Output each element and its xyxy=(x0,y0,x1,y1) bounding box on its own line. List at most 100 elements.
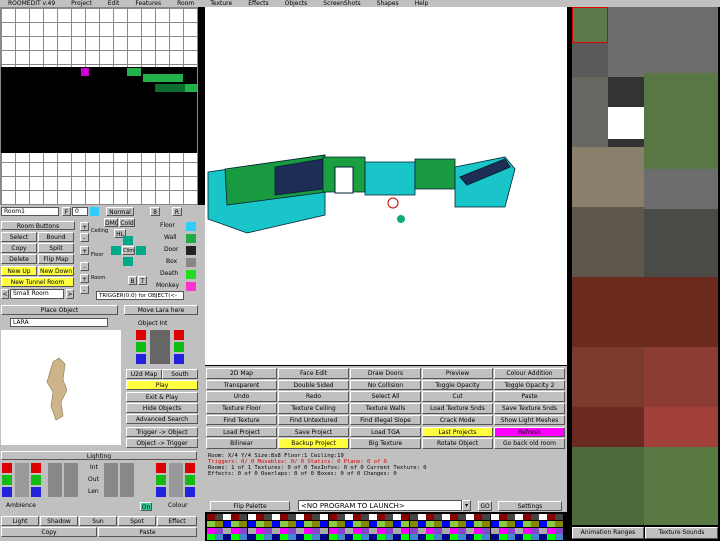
palette-swatch[interactable] xyxy=(417,534,426,541)
palette-swatch[interactable] xyxy=(215,514,224,520)
palette-swatch[interactable] xyxy=(466,514,475,520)
palette-swatch[interactable] xyxy=(393,514,402,520)
palette-swatch[interactable] xyxy=(328,527,337,534)
palette-swatch[interactable] xyxy=(279,514,288,520)
new-up-button[interactable]: New Up xyxy=(1,266,37,276)
palette-swatch[interactable] xyxy=(328,520,337,527)
tool-button-colour-addition[interactable]: Colour Addition xyxy=(494,368,565,379)
palette-swatch[interactable] xyxy=(328,534,337,541)
texture-rock[interactable] xyxy=(572,77,608,147)
tool-button-redo[interactable]: Redo xyxy=(278,391,349,403)
palette-swatch[interactable] xyxy=(247,514,256,520)
new-down-button[interactable]: New Down xyxy=(38,266,74,276)
palette-swatch[interactable] xyxy=(320,514,329,520)
palette-swatch[interactable] xyxy=(522,520,531,527)
palette-swatch[interactable] xyxy=(288,520,296,527)
tool-button-load-project[interactable]: Load Project xyxy=(206,426,277,438)
palette-swatch[interactable] xyxy=(271,534,280,541)
palette-swatch[interactable] xyxy=(441,534,450,541)
col-blue-2[interactable] xyxy=(185,487,195,497)
palette-swatch[interactable] xyxy=(401,527,410,534)
palette-swatch[interactable] xyxy=(271,527,280,534)
palette-swatch[interactable] xyxy=(498,534,507,541)
sun-button[interactable]: Sun xyxy=(79,516,117,526)
texture-wood-door[interactable] xyxy=(572,207,644,277)
palette-swatch[interactable] xyxy=(539,514,548,520)
col-green[interactable] xyxy=(156,475,166,485)
palette-swatch[interactable] xyxy=(458,534,467,541)
play-button[interactable]: Play xyxy=(126,380,198,390)
palette-swatch[interactable] xyxy=(474,514,483,520)
light-control-d[interactable] xyxy=(120,463,134,497)
menu-shapes[interactable]: Shapes xyxy=(369,0,407,7)
object-select-field[interactable]: LARA xyxy=(10,318,108,327)
palette-swatch[interactable] xyxy=(401,534,410,541)
tool-button-find-texture[interactable]: Find Texture xyxy=(206,414,277,426)
tool-button-select-all[interactable]: Select All xyxy=(350,391,421,403)
amb-green-2[interactable] xyxy=(31,475,41,485)
room-name-field[interactable]: Room1 xyxy=(1,207,59,216)
prev-room-button[interactable]: < xyxy=(1,289,9,299)
palette-swatch[interactable] xyxy=(385,527,394,534)
palette-swatch[interactable] xyxy=(555,534,564,541)
tool-button-bilinear[interactable]: Bilinear xyxy=(206,438,277,449)
climb-west[interactable] xyxy=(111,246,121,255)
texture-panel[interactable] xyxy=(572,7,718,525)
palette-swatch[interactable] xyxy=(466,527,475,534)
tool-button-draw-doors[interactable]: Draw Doors xyxy=(350,368,421,379)
palette-swatch[interactable] xyxy=(425,520,434,527)
texture-tile-pattern[interactable] xyxy=(572,347,644,407)
palette-swatch[interactable] xyxy=(271,520,280,527)
palette-swatch[interactable] xyxy=(255,514,264,520)
palette-swatch[interactable] xyxy=(433,514,442,520)
palette-swatch[interactable] xyxy=(474,527,483,534)
palette-swatch[interactable] xyxy=(482,520,491,527)
obj-red-2[interactable] xyxy=(174,330,184,340)
palette-swatch[interactable] xyxy=(288,527,296,534)
palette-swatch[interactable] xyxy=(514,514,523,520)
palette-swatch[interactable] xyxy=(344,527,353,534)
col-blue[interactable] xyxy=(156,487,166,497)
palette-swatch[interactable] xyxy=(239,520,248,527)
palette-swatch[interactable] xyxy=(360,534,369,541)
palette-swatch[interactable] xyxy=(296,534,305,541)
palette-swatch[interactable] xyxy=(304,514,313,520)
palette-swatch[interactable] xyxy=(522,534,531,541)
palette-swatch[interactable] xyxy=(514,534,523,541)
amb-red[interactable] xyxy=(2,463,12,473)
light-button[interactable]: Light xyxy=(1,516,39,526)
copy-room-button[interactable]: Copy xyxy=(1,243,37,253)
palette-swatch[interactable] xyxy=(271,514,280,520)
palette-swatch[interactable] xyxy=(255,520,264,527)
palette-swatch[interactable] xyxy=(522,527,531,534)
tool-button-last-projects[interactable]: Last Projects xyxy=(422,426,493,438)
palette-swatch[interactable] xyxy=(441,527,450,534)
palette-swatch[interactable] xyxy=(215,520,224,527)
palette-swatch[interactable] xyxy=(377,520,386,527)
palette-swatch[interactable] xyxy=(336,527,345,534)
tool-button-toggle-opacity[interactable]: Toggle Opacity xyxy=(422,379,493,391)
tool-button-toggle-opacity-2[interactable]: Toggle Opacity 2 xyxy=(494,379,565,391)
palette-swatch[interactable] xyxy=(547,520,556,527)
palette-swatch[interactable] xyxy=(458,514,467,520)
palette-swatch[interactable] xyxy=(304,520,313,527)
next-room-button[interactable]: > xyxy=(66,289,74,299)
palette-swatch[interactable] xyxy=(506,534,515,541)
light-on-button[interactable]: On xyxy=(140,502,152,511)
menu-help[interactable]: Help xyxy=(407,0,437,7)
palette-swatch[interactable] xyxy=(320,527,329,534)
palette-swatch[interactable] xyxy=(352,527,361,534)
palette-swatch[interactable] xyxy=(539,527,548,534)
palette-swatch[interactable] xyxy=(328,514,337,520)
t-button[interactable]: T xyxy=(138,276,147,285)
door-swatch[interactable] xyxy=(186,246,196,255)
palette-swatch[interactable] xyxy=(498,520,507,527)
palette-swatch[interactable] xyxy=(514,520,523,527)
reverse-button[interactable]: R xyxy=(172,207,182,216)
menu-features[interactable]: Features xyxy=(127,0,169,7)
exit-play-button[interactable]: Exit & Play xyxy=(126,392,198,402)
tool-button-show-light-meshes[interactable]: Show Light Meshes xyxy=(494,414,565,426)
effect-button[interactable]: Effect xyxy=(157,516,197,526)
palette-swatch[interactable] xyxy=(433,534,442,541)
tool-button-crack-mode[interactable]: Crack Mode xyxy=(422,414,493,426)
